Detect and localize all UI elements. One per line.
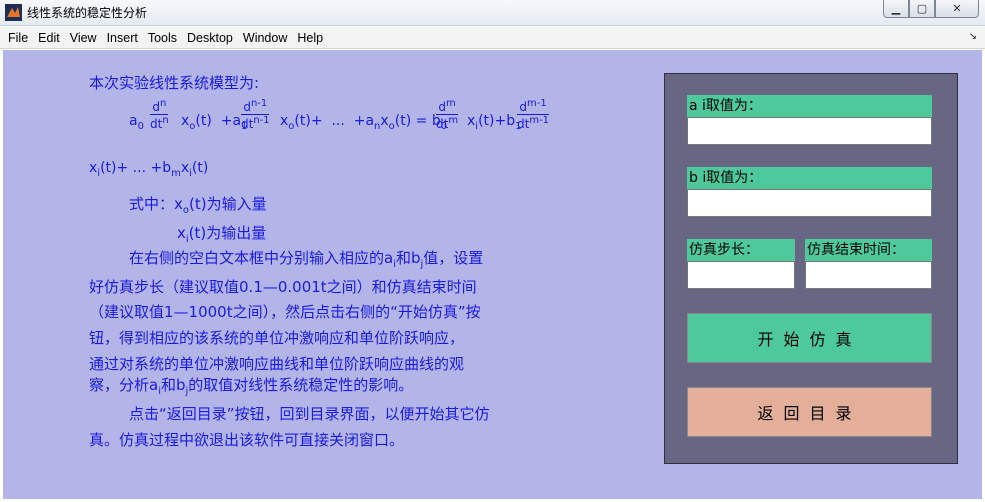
para1-line4: 钮，得到相应的该系统的单位冲激响应和单位阶跃响应， xyxy=(89,329,465,347)
minimize-icon: ▁ xyxy=(891,2,901,15)
where-input: 式中：xo(t)为输入量 xyxy=(129,195,267,216)
a-label: a i取值为： xyxy=(687,95,932,117)
para2-line2: 真。仿真过程中欲退出该软件可直接关闭窗口。 xyxy=(89,431,405,449)
menu-window[interactable]: Window xyxy=(238,31,292,45)
input-panel: a i取值为： b i取值为： 仿真步长： 仿真结束时间： 开始仿真 返回目录 xyxy=(664,73,958,464)
step-label: 仿真步长： xyxy=(687,239,795,261)
maximize-icon: ▢ xyxy=(916,2,928,15)
where-output: xi(t)为输出量 xyxy=(177,224,267,245)
menu-view[interactable]: View xyxy=(65,31,102,45)
menu-insert[interactable]: Insert xyxy=(102,31,143,45)
b-input[interactable] xyxy=(687,189,932,217)
para1-line1: 在右侧的空白文本框中分别输入相应的ai和bj值，设置 xyxy=(129,249,484,270)
para1-line3: （建议取值1—1000t之间），然后点击右侧的“开始仿真”按 xyxy=(89,303,481,321)
title-bar: 线性系统的稳定性分析 ▁ ▢ ✕ xyxy=(0,0,985,26)
para1-line2: 好仿真步长（建议取值0.1—0.001t之间）和仿真结束时间 xyxy=(89,278,477,296)
menu-edit[interactable]: Edit xyxy=(33,31,65,45)
dock-arrow-icon[interactable]: ↘ xyxy=(969,31,977,42)
maximize-button[interactable]: ▢ xyxy=(909,0,935,18)
back-to-menu-button[interactable]: 返回目录 xyxy=(687,387,932,437)
matlab-icon xyxy=(5,4,22,21)
para1-line5: 通过对系统的单位冲激响应曲线和单位阶跃响应曲线的观 xyxy=(89,355,465,373)
para1-line6: 察，分析ai和bj的取值对线性系统稳定性的影响。 xyxy=(89,376,414,397)
menu-desktop[interactable]: Desktop xyxy=(182,31,238,45)
formula-tail: xi(t)+ ... +bmxi(t) xyxy=(89,160,209,179)
menu-file[interactable]: File xyxy=(3,31,33,45)
end-time-input[interactable] xyxy=(805,261,932,289)
b-label: b i取值为： xyxy=(687,167,932,189)
para2-line1: 点击“返回目录”按钮，回到目录界面，以便开始其它仿 xyxy=(129,405,490,423)
menu-help[interactable]: Help xyxy=(292,31,328,45)
step-input[interactable] xyxy=(687,261,795,289)
close-button[interactable]: ✕ xyxy=(935,0,979,18)
figure-canvas: 本次实验线性系统模型为: a0 dn dtn xo(t) +a1 dn-1 dtn-… xyxy=(3,50,982,499)
window-title: 线性系统的稳定性分析 xyxy=(27,6,148,20)
start-simulation-button[interactable]: 开始仿真 xyxy=(687,313,932,363)
model-formula: a0 dn dtn xo(t) +a1 dn-1 dtn-1 xo(t)+ ... … xyxy=(129,98,550,132)
menu-tools[interactable]: Tools xyxy=(143,31,182,45)
close-icon: ✕ xyxy=(952,2,962,15)
minimize-button[interactable]: ▁ xyxy=(883,0,909,18)
a-input[interactable] xyxy=(687,117,932,145)
menu-bar: File Edit View Insert Tools Desktop Wind… xyxy=(0,27,985,49)
end-time-label: 仿真结束时间： xyxy=(805,239,932,261)
